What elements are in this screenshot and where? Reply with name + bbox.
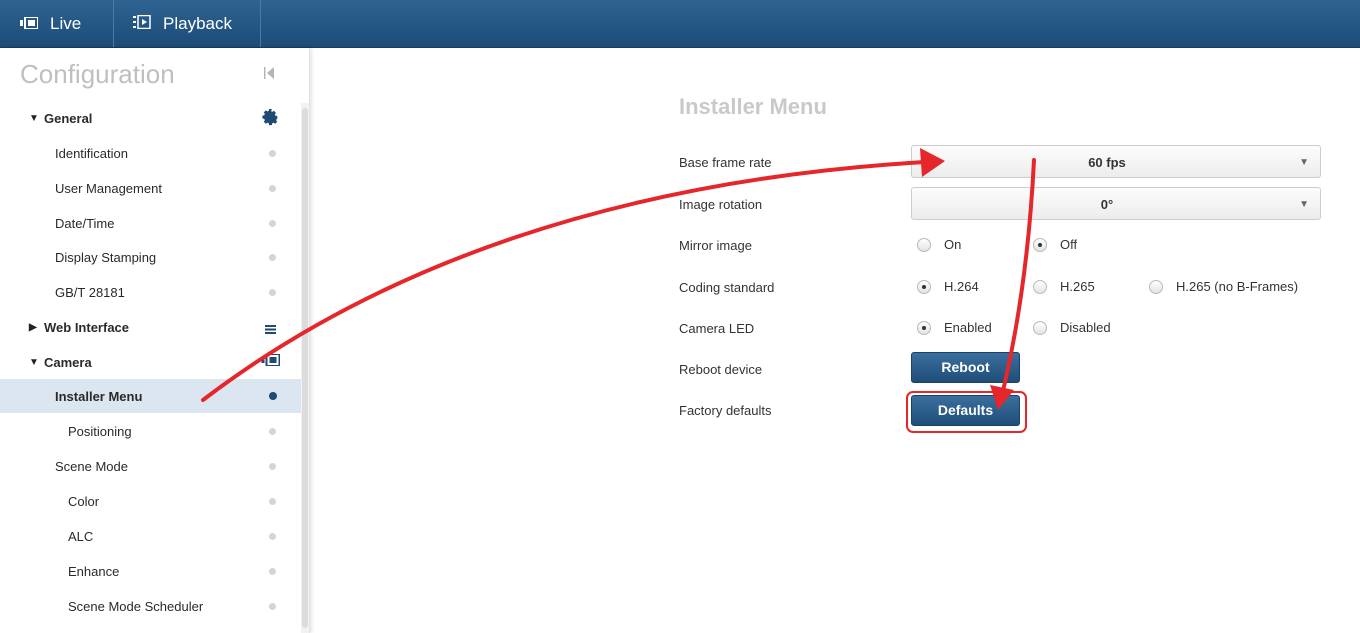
sidebar-category-camera[interactable]: ▼ Camera bbox=[0, 345, 301, 379]
reboot-device-label: Reboot device bbox=[679, 362, 763, 377]
tab-live-label: Live bbox=[50, 13, 82, 33]
sidebar-item-scene-mode-scheduler[interactable]: Scene Mode Scheduler bbox=[0, 589, 301, 623]
image-rotation-value: 0° bbox=[1100, 197, 1114, 212]
sidebar-item-installer-menu[interactable]: Installer Menu bbox=[0, 379, 301, 413]
sidebar-scroll-thumb[interactable] bbox=[302, 108, 308, 628]
status-dot bbox=[269, 427, 276, 435]
image-rotation-label: Image rotation bbox=[679, 197, 763, 212]
status-dot bbox=[269, 288, 276, 296]
sidebar-item-label: Installer Menu bbox=[55, 388, 143, 404]
sidebar-item-label: Date/Time bbox=[55, 215, 115, 231]
radio-button[interactable] bbox=[1033, 279, 1047, 294]
radio-button[interactable] bbox=[917, 279, 931, 294]
status-dot bbox=[269, 602, 276, 610]
factory-defaults-label: Factory defaults bbox=[679, 403, 772, 418]
sidebar-item-label: Web Interface bbox=[44, 319, 130, 335]
base-frame-rate-label: Base frame rate bbox=[679, 155, 772, 170]
config-sidebar: Configuration ▼ General Identification U… bbox=[0, 48, 310, 633]
sidebar-item-label: ALC bbox=[68, 528, 94, 544]
base-frame-rate-value: 60 fps bbox=[1088, 155, 1126, 170]
radio-label: Enabled bbox=[944, 320, 992, 335]
status-dot bbox=[269, 149, 276, 157]
tab-playback[interactable]: Playback bbox=[115, 0, 261, 47]
status-dot bbox=[269, 567, 276, 575]
sidebar-item-enhance[interactable]: Enhance bbox=[0, 554, 301, 588]
chevron-down-icon: ▼ bbox=[1299, 199, 1309, 210]
base-frame-rate-select[interactable]: 60 fps ▼ bbox=[911, 145, 1321, 178]
mirror-image-label: Mirror image bbox=[679, 238, 752, 253]
led-enabled-radio[interactable]: Enabled bbox=[917, 320, 992, 335]
radio-button[interactable] bbox=[1033, 320, 1047, 335]
sidebar-item-label: Enhance bbox=[68, 563, 120, 579]
coding-standard-label: Coding standard bbox=[679, 280, 775, 295]
status-dot bbox=[269, 184, 276, 192]
status-dot bbox=[269, 532, 276, 540]
sidebar-category-web-interface[interactable]: ▶ Web Interface bbox=[0, 310, 301, 344]
image-rotation-select[interactable]: 0° ▼ bbox=[911, 187, 1321, 220]
sidebar-item-label: User Management bbox=[55, 180, 162, 196]
live-camera-icon bbox=[20, 14, 39, 34]
active-status-dot bbox=[269, 392, 277, 400]
sidebar-item-label: Positioning bbox=[68, 423, 132, 439]
radio-label: H.265 bbox=[1060, 279, 1095, 294]
coding-h264-radio[interactable]: H.264 bbox=[917, 279, 979, 294]
radio-label: Off bbox=[1060, 237, 1078, 252]
radio-label: H.265 (no B-Frames) bbox=[1176, 279, 1299, 294]
coding-h265-radio[interactable]: H.265 bbox=[1033, 279, 1095, 294]
led-disabled-radio[interactable]: Disabled bbox=[1033, 320, 1111, 335]
sidebar-item-display-stamping[interactable]: Display Stamping bbox=[0, 240, 301, 274]
reboot-button[interactable]: Reboot bbox=[911, 352, 1020, 383]
collapse-left-icon[interactable] bbox=[262, 66, 276, 80]
sidebar-title: Configuration bbox=[20, 59, 175, 89]
sidebar-item-identification[interactable]: Identification bbox=[0, 136, 301, 170]
chevron-down-icon: ▼ bbox=[1299, 157, 1309, 168]
radio-button[interactable] bbox=[1149, 279, 1163, 294]
tab-playback-label: Playback bbox=[163, 13, 232, 33]
caret-right-icon: ▶ bbox=[29, 321, 37, 333]
mirror-off-radio[interactable]: Off bbox=[1033, 237, 1077, 252]
mirror-on-radio[interactable]: On bbox=[917, 237, 961, 252]
caret-down-icon: ▼ bbox=[29, 356, 39, 368]
sidebar-item-date-time[interactable]: Date/Time bbox=[0, 206, 301, 240]
annotation-highlight-box bbox=[906, 391, 1027, 433]
sidebar-item-color[interactable]: Color bbox=[0, 484, 301, 518]
radio-button[interactable] bbox=[1033, 237, 1047, 252]
status-dot bbox=[269, 253, 276, 261]
camera-icon bbox=[261, 353, 281, 369]
annotation-arrow-to-frame-rate bbox=[201, 160, 927, 402]
sidebar-item-gbt-28181[interactable]: GB/T 28181 bbox=[0, 275, 301, 309]
sidebar-item-positioning[interactable]: Positioning bbox=[0, 414, 301, 448]
sidebar-item-label: Display Stamping bbox=[55, 249, 157, 265]
top-navigation-bar: Live Playback bbox=[0, 0, 1360, 48]
caret-down-icon: ▼ bbox=[29, 112, 39, 124]
sidebar-item-scene-mode[interactable]: Scene Mode bbox=[0, 449, 301, 483]
radio-label: H.264 bbox=[944, 279, 979, 294]
playback-icon bbox=[133, 14, 151, 34]
coding-h265-no-bframes-radio[interactable]: H.265 (no B-Frames) bbox=[1149, 279, 1298, 294]
sidebar-item-user-management[interactable]: User Management bbox=[0, 171, 301, 205]
sidebar-item-label: Scene Mode Scheduler bbox=[68, 598, 204, 614]
gear-icon bbox=[262, 109, 279, 129]
sidebar-item-label: Color bbox=[68, 493, 100, 509]
sidebar-item-label: Camera bbox=[44, 354, 92, 370]
camera-led-label: Camera LED bbox=[679, 321, 755, 336]
radio-button[interactable] bbox=[917, 320, 931, 335]
sidebar-category-general[interactable]: ▼ General bbox=[0, 101, 301, 135]
status-dot bbox=[269, 497, 276, 505]
sidebar-item-alc[interactable]: ALC bbox=[0, 519, 301, 553]
radio-label: Disabled bbox=[1060, 320, 1111, 335]
sidebar-item-label: Scene Mode bbox=[55, 458, 128, 474]
list-icon bbox=[265, 322, 276, 337]
sidebar-item-label: Identification bbox=[55, 145, 128, 161]
status-dot bbox=[269, 462, 276, 470]
radio-button[interactable] bbox=[917, 237, 931, 252]
page-title: Installer Menu bbox=[679, 94, 827, 119]
sidebar-item-label: General bbox=[44, 110, 93, 126]
sidebar-item-label: GB/T 28181 bbox=[55, 284, 125, 300]
status-dot bbox=[269, 219, 276, 227]
tab-live[interactable]: Live bbox=[0, 0, 114, 47]
radio-label: On bbox=[944, 237, 962, 252]
